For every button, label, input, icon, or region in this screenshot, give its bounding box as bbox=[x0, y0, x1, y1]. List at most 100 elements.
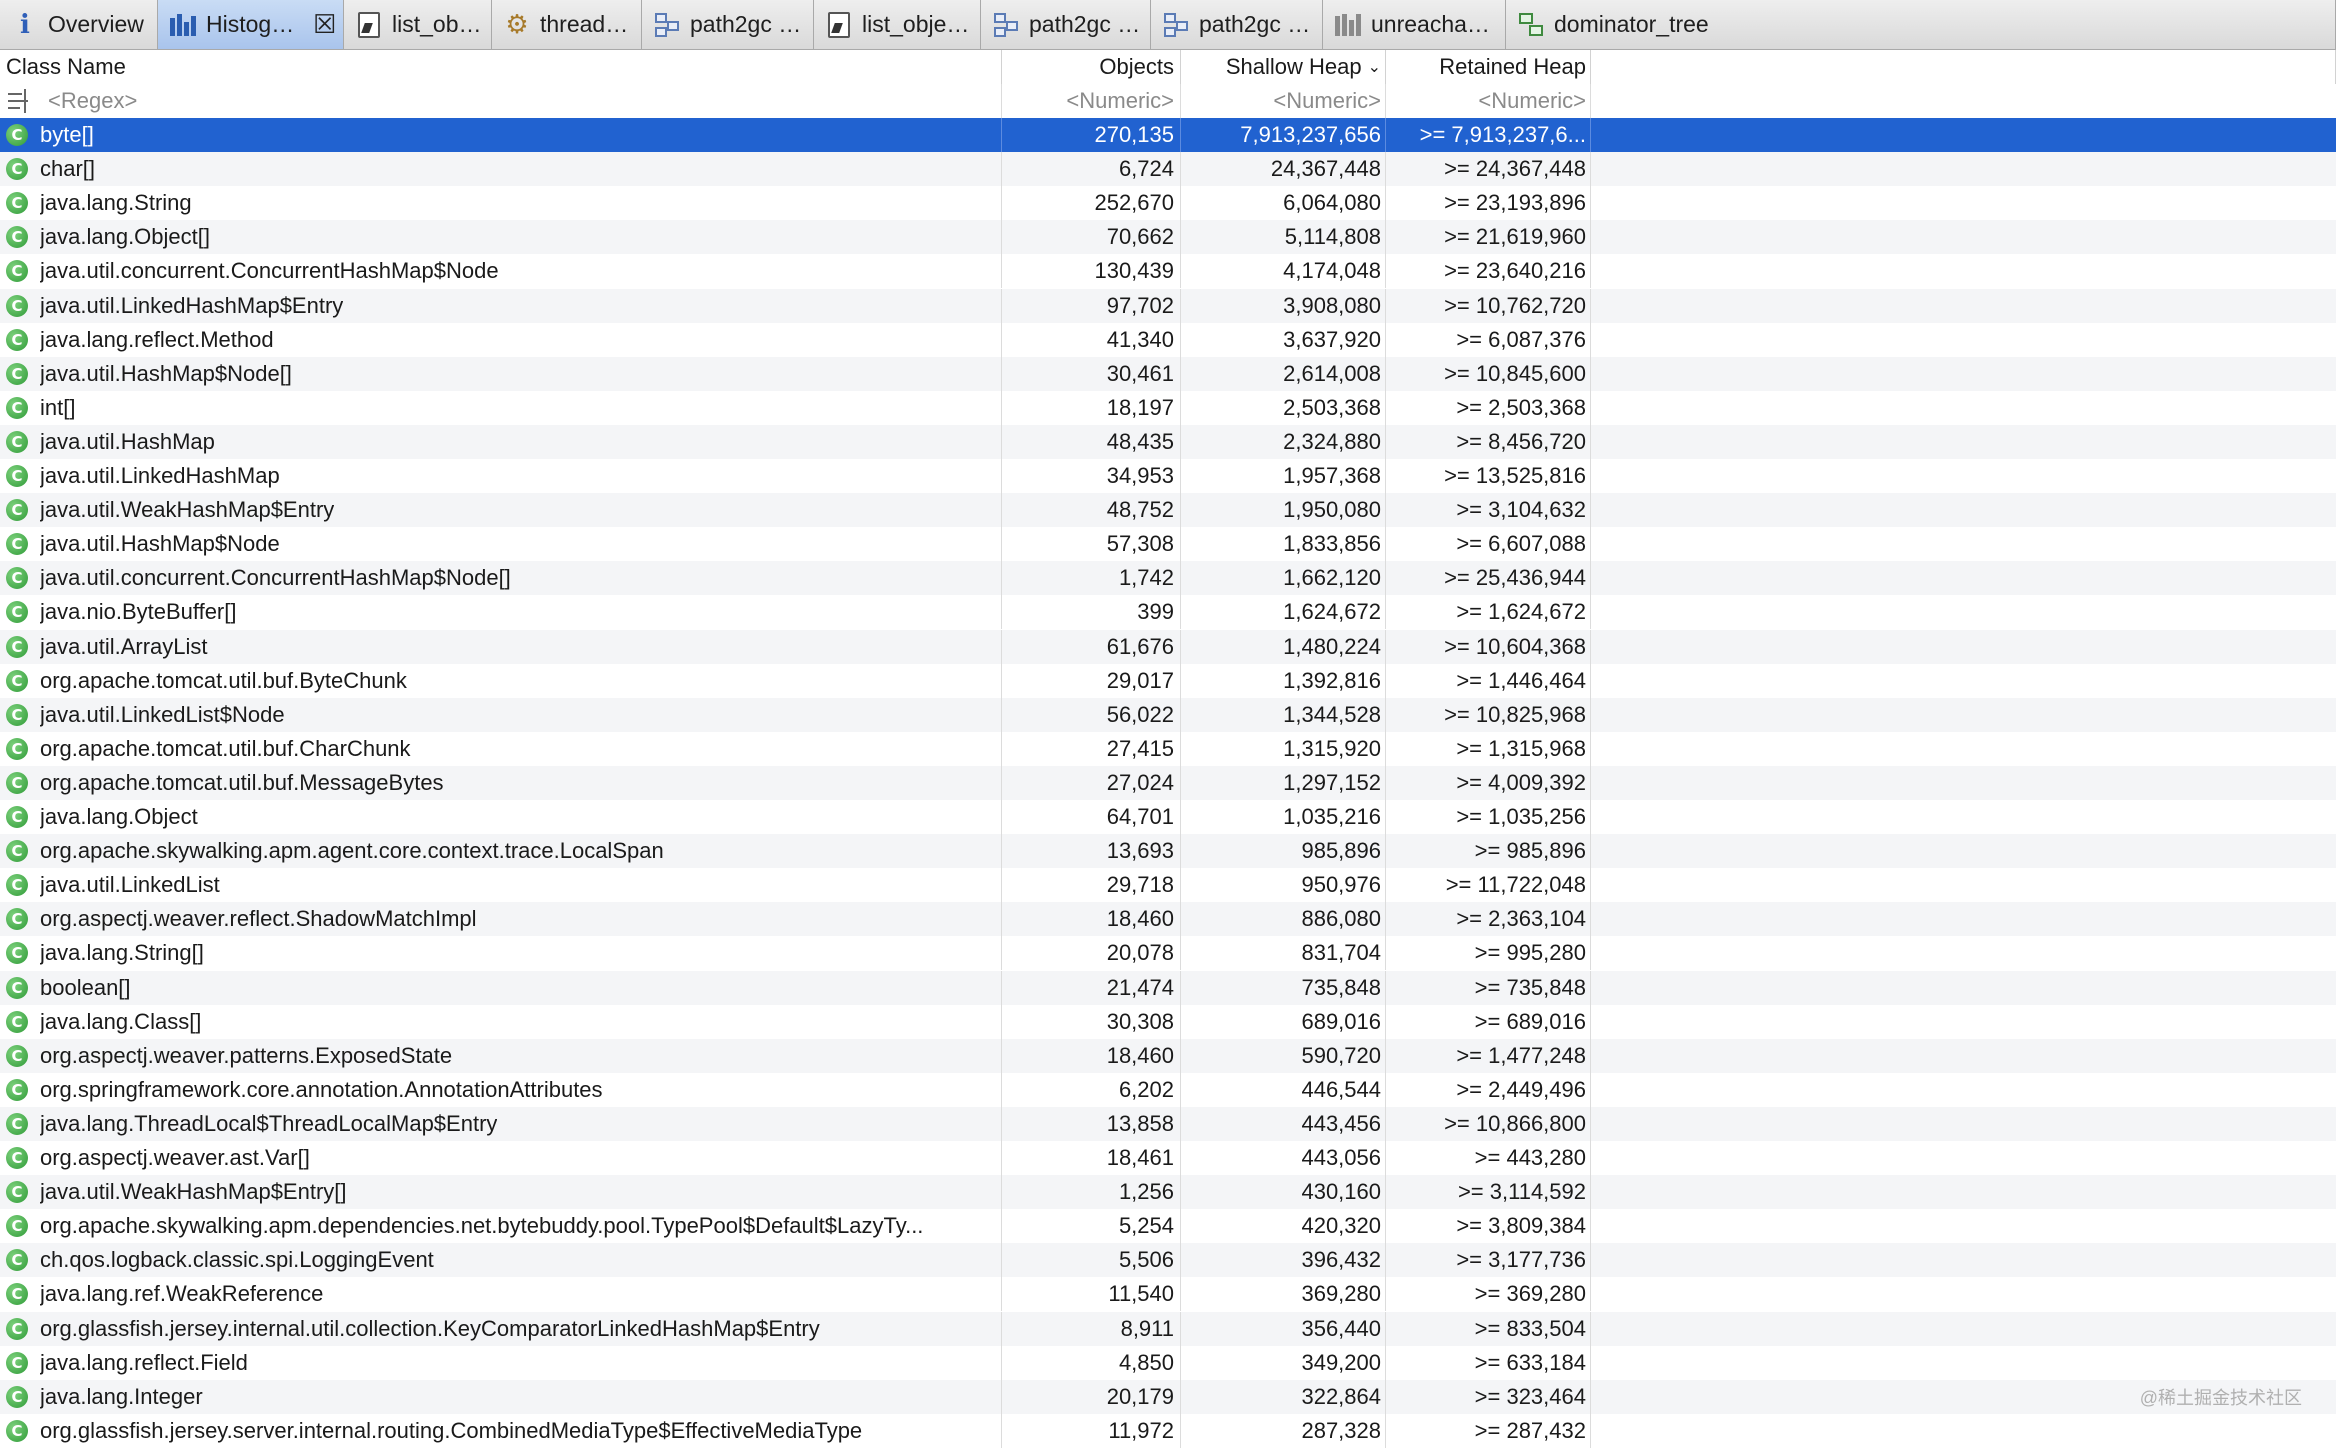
table-row[interactable]: Cchar[] 6,724 24,367,448 >= 24,367,448 bbox=[0, 152, 2336, 187]
shallow-heap-cell: 1,344,528 bbox=[1181, 697, 1386, 732]
table-row[interactable]: Corg.aspectj.weaver.ast.Var[] 18,461 443,0… bbox=[0, 1141, 2336, 1175]
class-name-cell: Cjava.lang.ThreadLocal$ThreadLocalMap$En… bbox=[0, 1106, 1002, 1141]
table-row[interactable]: Cjava.lang.ref.WeakReference 11,540 369,28… bbox=[0, 1277, 2336, 1312]
class-name-text: org.apache.tomcat.util.buf.CharChunk bbox=[40, 735, 411, 761]
table-row[interactable]: Cjava.util.LinkedHashMap$Entry 97,702 3,90… bbox=[0, 288, 2336, 323]
objects-cell: 6,202 bbox=[1002, 1072, 1181, 1107]
tab-path2gc-selectio[interactable]: path2gc [selectio... bbox=[981, 0, 1151, 49]
tab-path2gc-selectio[interactable]: path2gc [selectio... bbox=[642, 0, 814, 49]
table-row[interactable]: Corg.aspectj.weaver.reflect.ShadowMatchI… bbox=[0, 902, 2336, 937]
class-icon: C bbox=[6, 703, 28, 726]
tab-thread-overview[interactable]: ⚙ thread_overview bbox=[492, 0, 642, 49]
table-row[interactable]: Cint[] 18,197 2,503,368 >= 2,503,368 bbox=[0, 390, 2336, 425]
class-name-text: org.apache.skywalking.apm.agent.core.con… bbox=[40, 838, 664, 864]
table-row[interactable]: Cjava.lang.reflect.Method 41,340 3,637,920… bbox=[0, 322, 2336, 357]
table-row[interactable]: Cjava.util.LinkedList 29,718 950,976 >= 11,… bbox=[0, 868, 2336, 903]
table-row[interactable]: Corg.springframework.core.annotation.Ann… bbox=[0, 1072, 2336, 1107]
objects-cell: 48,752 bbox=[1002, 493, 1181, 528]
class-name-filter[interactable]: <Regex> bbox=[0, 84, 1002, 118]
objects-cell: 5,254 bbox=[1002, 1209, 1181, 1244]
class-icon: C bbox=[6, 635, 28, 658]
table-row[interactable]: Cjava.util.WeakHashMap$Entry[] 1,256 430,1… bbox=[0, 1175, 2336, 1210]
table-row[interactable]: Cjava.util.LinkedHashMap 34,953 1,957,368 >… bbox=[0, 459, 2336, 493]
table-row[interactable]: Cjava.util.WeakHashMap$Entry 48,752 1,950,… bbox=[0, 493, 2336, 528]
table-row[interactable]: Cjava.lang.Object 64,701 1,035,216 >= 1,035… bbox=[0, 800, 2336, 834]
class-icon: C bbox=[6, 1010, 28, 1033]
table-row[interactable]: Cjava.lang.reflect.Field 4,850 349,200 >= 6… bbox=[0, 1345, 2336, 1380]
class-icon: C bbox=[6, 737, 28, 760]
table-row[interactable]: Cjava.lang.String[] 20,078 831,704 >= 995,2… bbox=[0, 936, 2336, 971]
table-row[interactable]: Cjava.lang.Class[] 30,308 689,016 >= 689,01… bbox=[0, 1004, 2336, 1039]
close-tab-icon[interactable]: ☒ bbox=[313, 9, 336, 40]
table-row[interactable]: Cjava.util.HashMap$Node[] 30,461 2,614,008… bbox=[0, 356, 2336, 391]
objects-cell: 270,135 bbox=[1002, 118, 1181, 152]
objects-cell: 48,435 bbox=[1002, 424, 1181, 459]
row-filler bbox=[1591, 800, 2336, 834]
class-name-cell: Cboolean[] bbox=[0, 970, 1002, 1005]
table-row[interactable]: Corg.apache.tomcat.util.buf.ByteChunk 29,… bbox=[0, 663, 2336, 698]
table-row[interactable]: Corg.apache.skywalking.apm.agent.core.co… bbox=[0, 834, 2336, 869]
tab-histogram[interactable]: Histogram ☒ bbox=[158, 0, 344, 49]
table-row[interactable]: Cjava.util.HashMap 48,435 2,324,880 >= 8,45… bbox=[0, 424, 2336, 459]
objects-cell: 30,461 bbox=[1002, 356, 1181, 391]
retained-heap-cell: >= 1,035,256 bbox=[1386, 800, 1591, 834]
tab-path2gc-selectio[interactable]: path2gc [selectio... bbox=[1151, 0, 1323, 49]
table-row[interactable]: Corg.apache.tomcat.util.buf.MessageBytes… bbox=[0, 765, 2336, 800]
column-header-objects[interactable]: Objects bbox=[1002, 50, 1181, 84]
table-row[interactable]: Cboolean[] 21,474 735,848 >= 735,848 bbox=[0, 970, 2336, 1005]
tab-label: path2gc [selectio... bbox=[1199, 11, 1314, 37]
tab-list-objects-sel[interactable]: list_objects [sel... bbox=[344, 0, 492, 49]
retained-heap-cell: >= 25,436,944 bbox=[1386, 561, 1591, 596]
table-row[interactable]: Cjava.util.concurrent.ConcurrentHashMap$… bbox=[0, 561, 2336, 596]
class-name-cell: Cjava.util.HashMap$Node[] bbox=[0, 356, 1002, 391]
table-row[interactable]: Corg.aspectj.weaver.patterns.ExposedStat… bbox=[0, 1038, 2336, 1073]
table-row[interactable]: Cjava.lang.Integer 20,179 322,864 >= 323,46… bbox=[0, 1379, 2336, 1414]
query-document-icon bbox=[356, 11, 382, 38]
retained-heap-filter[interactable]: <Numeric> bbox=[1386, 84, 1591, 118]
table-row[interactable]: Cjava.lang.String 252,670 6,064,080 >= 23,1… bbox=[0, 186, 2336, 221]
row-filler bbox=[1591, 1107, 2336, 1141]
row-filler bbox=[1591, 1414, 2336, 1448]
filter-row: <Regex> <Numeric> <Numeric> <Numeric> bbox=[0, 84, 2336, 118]
table-row[interactable]: Cbyte[] 270,135 7,913,237,656 >= 7,913,237,… bbox=[0, 118, 2336, 152]
objects-cell: 20,078 bbox=[1002, 936, 1181, 971]
row-filler bbox=[1591, 902, 2336, 936]
class-name-text: org.glassfish.jersey.server.internal.rou… bbox=[40, 1417, 863, 1443]
retained-heap-cell: >= 13,525,816 bbox=[1386, 459, 1591, 493]
column-header-shallow-heap[interactable]: Shallow Heap ⌄ bbox=[1181, 50, 1386, 84]
class-name-text: org.aspectj.weaver.ast.Var[] bbox=[40, 1145, 310, 1170]
column-header-class-name[interactable]: Class Name bbox=[0, 50, 1002, 84]
table-row[interactable]: Cjava.util.HashMap$Node 57,308 1,833,856 >=… bbox=[0, 527, 2336, 562]
class-icon: C bbox=[6, 1317, 28, 1340]
objects-filter[interactable]: <Numeric> bbox=[1002, 84, 1181, 118]
table-row[interactable]: Cjava.nio.ByteBuffer[] 399 1,624,672 >= 1,6… bbox=[0, 595, 2336, 630]
table-row[interactable]: Cjava.lang.ThreadLocal$ThreadLocalMap$En… bbox=[0, 1106, 2336, 1141]
class-name-cell: Cjava.util.LinkedHashMap$Entry bbox=[0, 288, 1002, 323]
tab-unreachable-objects[interactable]: unreachable_objects bbox=[1323, 0, 1506, 49]
table-row[interactable]: Cch.qos.logback.classic.spi.LoggingEvent… bbox=[0, 1243, 2336, 1278]
tab-label: Histogram bbox=[206, 11, 301, 37]
tab-label: dominator_tree bbox=[1554, 11, 1709, 37]
row-filler bbox=[1591, 1141, 2336, 1175]
table-row[interactable]: Corg.apache.skywalking.apm.dependencies.… bbox=[0, 1209, 2336, 1244]
table-row[interactable]: Corg.apache.tomcat.util.buf.CharChunk 27,… bbox=[0, 731, 2336, 766]
column-header-retained-heap[interactable]: Retained Heap bbox=[1386, 50, 1591, 84]
row-filler bbox=[1591, 459, 2336, 493]
shallow-heap-cell: 3,637,920 bbox=[1181, 322, 1386, 357]
shallow-heap-cell: 3,908,080 bbox=[1181, 288, 1386, 323]
row-filler bbox=[1591, 971, 2336, 1005]
table-row[interactable]: Cjava.util.concurrent.ConcurrentHashMap$… bbox=[0, 254, 2336, 289]
tab-dominator-tree[interactable]: dominator_tree bbox=[1506, 0, 2336, 49]
class-name-text: int[] bbox=[40, 394, 76, 420]
sort-descending-icon: ⌄ bbox=[1367, 59, 1381, 77]
table-row[interactable]: Corg.glassfish.jersey.server.internal.ro… bbox=[0, 1413, 2336, 1448]
table-row[interactable]: Cjava.util.ArrayList 61,676 1,480,224 >= 10… bbox=[0, 629, 2336, 664]
tab-overview[interactable]: i Overview bbox=[0, 0, 158, 49]
table-row[interactable]: Cjava.lang.Object[] 70,662 5,114,808 >= 21,… bbox=[0, 220, 2336, 255]
table-row[interactable]: Corg.glassfish.jersey.internal.util.coll… bbox=[0, 1311, 2336, 1346]
class-name-text: java.lang.ThreadLocal$ThreadLocalMap$Ent… bbox=[40, 1110, 498, 1136]
class-name-text: boolean[] bbox=[40, 974, 131, 1000]
shallow-heap-filter[interactable]: <Numeric> bbox=[1181, 84, 1386, 118]
tab-list-objects-sel[interactable]: list_objects [sel... bbox=[814, 0, 981, 49]
table-row[interactable]: Cjava.util.LinkedList$Node 56,022 1,344,52… bbox=[0, 697, 2336, 732]
